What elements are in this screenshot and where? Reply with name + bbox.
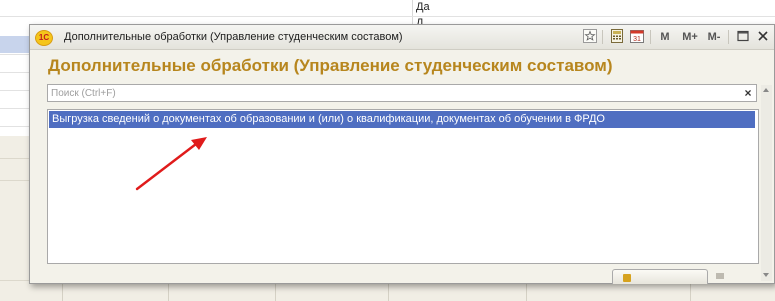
favorite-icon[interactable] — [583, 29, 597, 43]
footer-button-icon — [623, 274, 631, 282]
close-icon[interactable] — [756, 29, 770, 43]
calendar-day-text: 31 — [633, 36, 641, 43]
list-item[interactable]: Выгрузка сведений о документах об образо… — [49, 111, 755, 128]
maximize-icon[interactable] — [736, 29, 750, 43]
bg-column-divider — [62, 282, 63, 301]
memory-minus-button[interactable]: M- — [704, 29, 724, 45]
scroll-down-icon[interactable] — [763, 273, 769, 277]
bg-column-divider — [388, 282, 389, 301]
bg-grid-line — [0, 108, 29, 109]
window-title: Дополнительные обработки (Управление сту… — [64, 31, 403, 43]
memory-button[interactable]: M — [658, 29, 672, 45]
toolbar-separator — [728, 30, 729, 44]
bg-grid-line — [0, 54, 29, 55]
footer-extra-icon — [716, 273, 724, 279]
search-box: × — [47, 84, 757, 102]
toolbar-separator — [650, 30, 651, 44]
bg-column-divider — [412, 0, 413, 24]
bg-column-divider — [526, 282, 527, 301]
bg-grid-line — [0, 72, 29, 73]
app-logo-icon: 1С — [35, 30, 53, 46]
bg-grid-line — [0, 16, 775, 17]
additional-processing-window: 1С Дополнительные обработки (Управление … — [29, 24, 775, 284]
page-title: Дополнительные обработки (Управление сту… — [48, 56, 613, 75]
footer-action-button[interactable] — [612, 269, 708, 284]
window-titlebar[interactable]: 1С Дополнительные обработки (Управление … — [30, 25, 774, 50]
toolbar-separator — [602, 30, 603, 44]
window-scrollbar[interactable] — [761, 85, 772, 281]
bg-grid-line — [0, 90, 29, 91]
search-input[interactable] — [51, 86, 731, 100]
memory-plus-button[interactable]: M+ — [680, 29, 700, 45]
bg-column-divider — [690, 282, 691, 301]
bg-cell-yes: Да — [416, 1, 430, 13]
scroll-up-icon[interactable] — [763, 88, 769, 92]
bg-grid-line — [0, 126, 29, 127]
bg-column-divider — [168, 282, 169, 301]
bg-column-divider — [275, 282, 276, 301]
calculator-icon[interactable] — [610, 29, 624, 43]
clear-search-button[interactable]: × — [741, 86, 755, 100]
calendar-icon[interactable]: 31 — [630, 29, 644, 43]
processing-list: Выгрузка сведений о документах об образо… — [47, 109, 759, 264]
bg-selected-row — [0, 36, 29, 53]
